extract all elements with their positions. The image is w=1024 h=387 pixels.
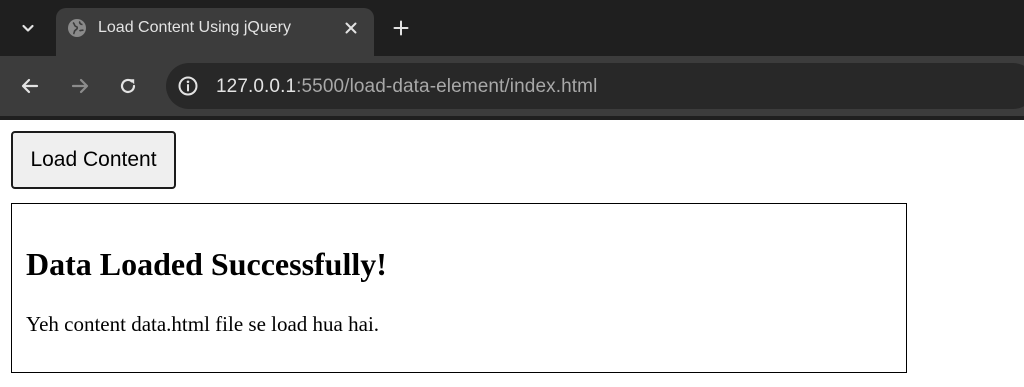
content-heading: Data Loaded Successfully! bbox=[26, 246, 387, 282]
tab-close-button[interactable] bbox=[340, 17, 362, 39]
arrow-right-icon bbox=[71, 78, 89, 94]
browser-window: Load Content Using jQuery 127.0.0.1:5500… bbox=[0, 0, 1024, 387]
new-tab-button[interactable] bbox=[387, 14, 415, 42]
content-paragraph: Yeh content data.html file se load hua h… bbox=[26, 312, 380, 336]
page-content: Load Content Data Loaded Successfully! Y… bbox=[0, 120, 1024, 387]
plus-icon bbox=[393, 20, 409, 36]
chevron-down-icon bbox=[22, 24, 34, 32]
tab-title: Load Content Using jQuery bbox=[98, 19, 291, 36]
forward-button[interactable] bbox=[66, 72, 94, 100]
site-info-button[interactable] bbox=[176, 74, 200, 98]
tab-active[interactable]: Load Content Using jQuery bbox=[56, 8, 374, 56]
reload-icon bbox=[120, 78, 136, 94]
toolbar: 127.0.0.1:5500/load-data-element/index.h… bbox=[0, 56, 1024, 116]
arrow-left-icon bbox=[21, 78, 39, 94]
url-text[interactable]: 127.0.0.1:5500/load-data-element/index.h… bbox=[216, 76, 597, 98]
url-host: 127.0.0.1 bbox=[216, 76, 297, 97]
tab-search-button[interactable] bbox=[14, 14, 42, 42]
content-container: Data Loaded Successfully! Yeh content da… bbox=[11, 203, 907, 373]
info-icon bbox=[178, 76, 198, 96]
url-path: :5500/load-data-element/index.html bbox=[296, 76, 598, 97]
reload-button[interactable] bbox=[114, 72, 142, 100]
globe-icon bbox=[68, 19, 86, 37]
back-button[interactable] bbox=[16, 72, 44, 100]
load-content-button[interactable]: Load Content bbox=[11, 131, 176, 189]
close-icon bbox=[345, 22, 357, 34]
tab-strip: Load Content Using jQuery bbox=[0, 0, 1024, 56]
address-bar[interactable]: 127.0.0.1:5500/load-data-element/index.h… bbox=[166, 63, 1024, 109]
